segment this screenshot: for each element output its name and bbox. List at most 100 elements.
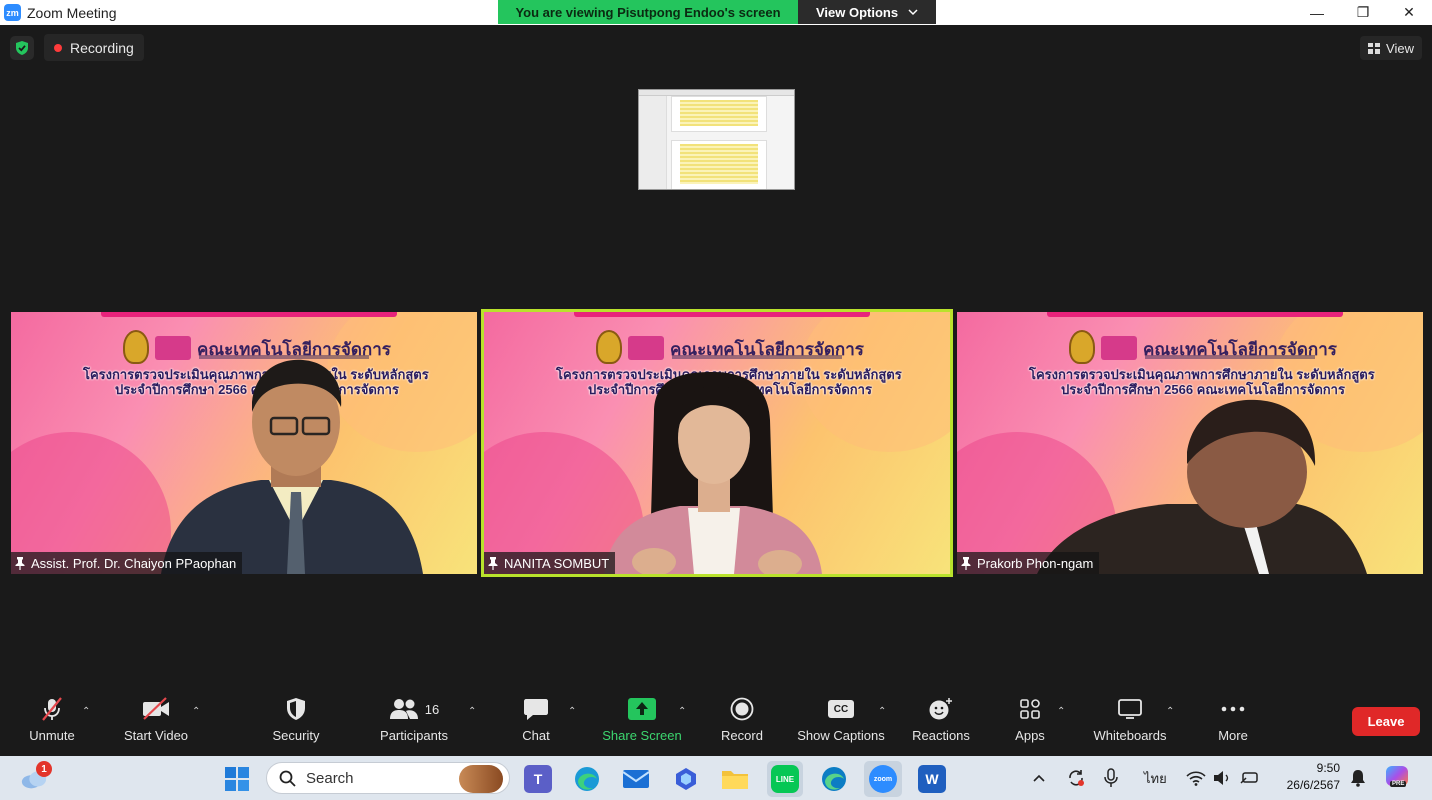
video-options-chevron-icon[interactable]: ⌃ [192,706,200,717]
participant-video-person [604,372,822,574]
show-hidden-icons-chevron-icon[interactable] [1032,756,1046,800]
grid-view-icon [1368,42,1381,54]
zoom-taskbar-icon[interactable]: zoom [864,761,902,797]
shared-screen-view[interactable] [638,89,795,190]
word-icon[interactable]: W [918,765,946,793]
microphone-tray-icon[interactable] [1104,756,1118,800]
minimize-button[interactable]: — [1294,0,1340,25]
more-button[interactable]: More [1208,692,1258,750]
clock-time: 9:50 [1316,761,1340,775]
zoom-app-icon: zm [4,4,21,21]
edge-dev-browser-icon[interactable] [820,765,848,793]
participants-button[interactable]: 16 Participants [372,692,456,750]
participant-video-person [161,359,423,574]
participants-count: 16 [424,701,440,717]
shared-document-page [671,140,767,189]
window-controls: — ❐ ✕ [1294,0,1432,25]
line-app-icon[interactable]: LINE [767,761,803,797]
participant-video-person [1037,399,1367,574]
participant-name: Assist. Prof. Dr. Chaiyon PPaophan [31,555,237,571]
share-options-chevron-icon[interactable]: ⌃ [678,706,686,717]
edge-browser-icon[interactable] [573,765,601,793]
recording-indicator[interactable]: Recording [44,34,144,61]
wifi-icon[interactable] [1186,756,1206,800]
chevron-down-icon [908,9,918,16]
search-icon [279,770,296,787]
window-title: Zoom Meeting [27,4,117,21]
chat-options-chevron-icon[interactable]: ⌃ [568,706,576,717]
show-captions-button[interactable]: CC Show Captions [792,692,890,750]
teams-icon[interactable]: T [524,765,552,793]
view-label: View [1386,40,1414,56]
recording-label: Recording [70,39,134,56]
participants-options-chevron-icon[interactable]: ⌃ [468,706,476,717]
copilot-icon[interactable]: PRE [1384,756,1412,800]
video-tile-participant-2[interactable]: คณะเทคโนโลยีการจัดการ โครงการตรวจประเมิน… [481,309,953,577]
faculty-logo-icon [628,336,664,360]
copilot-preview-badge: PRE [1390,781,1407,787]
record-button[interactable]: Record [716,692,768,750]
sync-icon[interactable] [1066,756,1086,800]
leave-button[interactable]: Leave [1352,707,1420,736]
security-button[interactable]: Security [264,692,328,750]
meeting-top-strip [0,25,1432,70]
record-icon [730,697,754,721]
pin-icon [488,556,498,570]
volume-icon[interactable] [1213,756,1233,800]
search-highlight-image [459,765,503,793]
pin-icon [961,556,971,570]
participant-nameplate: NANITA SOMBUT [484,552,616,574]
restore-button[interactable]: ❐ [1340,0,1386,25]
notification-bell-icon[interactable] [1350,756,1366,800]
battery-icon[interactable] [1240,756,1260,800]
participant-name: NANITA SOMBUT [504,555,610,571]
participants-label: Participants [380,728,448,743]
apps-icon [1020,699,1040,719]
mail-icon[interactable] [622,765,650,793]
whiteboards-label: Whiteboards [1093,728,1167,743]
reactions-button[interactable]: Reactions [906,692,976,750]
chat-button[interactable]: Chat [514,692,558,750]
close-button[interactable]: ✕ [1386,0,1432,25]
viewing-screen-text: You are viewing Pisutpong Endoo's screen [498,0,798,24]
zoom-taskbar-label: zoom [869,765,897,793]
shared-document-page [671,96,767,132]
view-options-button[interactable]: View Options [798,0,936,24]
whiteboard-icon [1118,699,1142,719]
video-tile-participant-1[interactable]: คณะเทคโนโลยีการจัดการ โครงการตรวจประเมิน… [11,312,477,574]
audio-options-chevron-icon[interactable]: ⌃ [82,706,90,717]
shared-document-sidebar [639,96,667,189]
apps-options-chevron-icon[interactable]: ⌃ [1057,706,1065,717]
whiteboards-options-chevron-icon[interactable]: ⌃ [1166,706,1174,717]
participant-nameplate: Prakorb Phon-ngam [957,552,1100,574]
windows-start-icon[interactable] [223,765,251,793]
share-screen-button[interactable]: Share Screen [598,692,686,750]
video-tile-participant-3[interactable]: คณะเทคโนโลยีการจัดการ โครงการตรวจประเมิน… [957,312,1423,574]
file-explorer-icon[interactable] [721,765,749,793]
more-dots-icon [1221,706,1245,712]
highlighted-text-block [680,100,758,126]
reactions-smiley-icon [929,698,952,720]
copilot-app-icon[interactable] [672,765,700,793]
chat-bubble-icon [524,699,548,720]
closed-captions-icon: CC [828,700,854,718]
video-camera-off-icon [143,697,169,720]
whiteboards-button[interactable]: Whiteboards [1088,692,1172,750]
encryption-shield-icon[interactable] [10,36,34,60]
view-button[interactable]: View [1360,36,1422,60]
viewing-screen-banner: You are viewing Pisutpong Endoo's screen… [498,0,936,24]
input-language-indicator[interactable]: ไทย [1144,756,1167,800]
start-video-button[interactable]: Start Video [116,692,196,750]
taskbar-search-input[interactable]: Search [266,762,510,794]
clock-date: 26/6/2567 [1286,778,1340,792]
search-placeholder: Search [306,769,354,787]
unmute-button[interactable]: Unmute [22,692,82,750]
captions-options-chevron-icon[interactable]: ⌃ [878,706,886,717]
notification-count-badge: 1 [36,761,52,777]
participants-icon [389,699,418,719]
apps-button[interactable]: Apps [1010,692,1050,750]
university-seal-icon [596,330,622,364]
security-label: Security [272,728,320,743]
system-clock[interactable]: 9:50 26/6/2567 [1278,760,1340,794]
share-screen-label: Share Screen [602,728,682,743]
